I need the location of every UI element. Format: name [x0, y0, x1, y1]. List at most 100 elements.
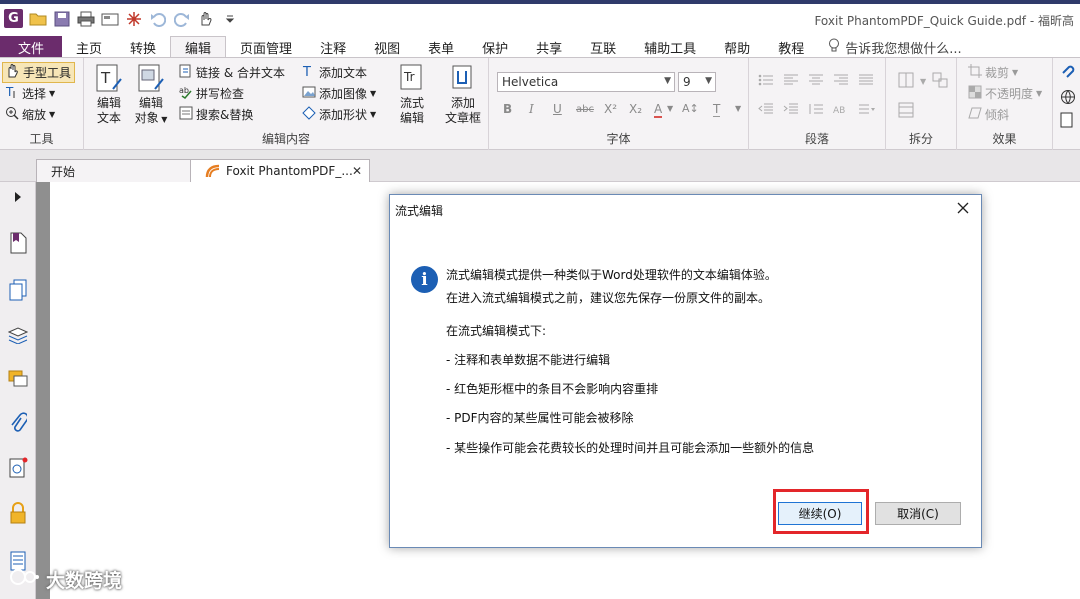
subscript-icon[interactable]: X₂ [629, 102, 642, 116]
align-center-icon[interactable] [808, 74, 824, 89]
globe-icon[interactable] [1060, 89, 1076, 108]
add-text-label: 添加文本 [319, 66, 368, 80]
save-icon[interactable] [53, 10, 71, 28]
spacing-dropdown-icon[interactable] [858, 103, 876, 118]
security-lock-icon[interactable] [7, 502, 29, 524]
undo-icon[interactable] [149, 10, 167, 28]
redo-icon[interactable] [173, 10, 191, 28]
align-right-icon[interactable] [833, 74, 849, 89]
cancel-button[interactable]: 取消(C) [875, 502, 961, 525]
opacity-button[interactable]: 不透明度 ▼ [965, 83, 1045, 104]
customize-dropdown-icon[interactable] [221, 10, 239, 28]
new-tab-icon[interactable] [125, 10, 143, 28]
dialog-bullet-4: - 某些操作可能会花费较长的处理时间并且可能会添加一些额外的信息 [446, 441, 815, 455]
zoom-tool-label: 缩放 [22, 108, 47, 122]
signature-panel-icon[interactable] [7, 457, 29, 479]
close-tab-icon[interactable]: ✕ [352, 164, 362, 178]
expand-panel-icon[interactable] [7, 186, 29, 208]
edit-object-button[interactable]: 编辑 对象 ▼ [128, 62, 174, 127]
tab-file[interactable]: 文件 [0, 36, 62, 58]
paragraph-spacing-icon[interactable]: AB [833, 103, 849, 118]
spell-check-button[interactable]: ab 拼写检查 [176, 83, 288, 104]
font-group-label: 字体 [606, 132, 631, 146]
tab-convert[interactable]: 转换 [116, 36, 170, 58]
tab-edit[interactable]: 编辑 [170, 36, 227, 58]
dropdown-arrow-icon: ▼ [664, 76, 671, 86]
link-icon[interactable] [1060, 64, 1076, 83]
comments-icon[interactable] [7, 368, 29, 390]
select-tool-button[interactable]: T 选择 ▼ [2, 83, 75, 104]
open-folder-icon[interactable] [29, 10, 47, 28]
dialog-close-icon[interactable] [953, 198, 973, 218]
skew-button[interactable]: 倾斜 [965, 104, 1045, 125]
dropdown-arrow-icon: ▼ [49, 89, 56, 98]
dropdown-arrow-icon[interactable]: ▼ [920, 77, 926, 86]
hand-tool-icon[interactable] [197, 10, 215, 28]
add-text-button[interactable]: T 添加文本 [299, 62, 379, 83]
tab-form[interactable]: 表单 [414, 36, 468, 58]
italic-icon[interactable]: I [529, 102, 534, 116]
add-shape-button[interactable]: 添加形状 ▼ [299, 104, 379, 125]
tab-protect[interactable]: 保护 [468, 36, 522, 58]
fax-icon[interactable] [101, 10, 119, 28]
zoom-tool-button[interactable]: 缩放 ▼ [2, 104, 75, 125]
window-title: Foxit PhantomPDF_Quick Guide.pdf - 福昕高 [814, 14, 1074, 28]
app-logo[interactable]: G [4, 9, 23, 28]
line-spacing-icon[interactable] [808, 103, 824, 118]
tab-comment[interactable]: 注释 [306, 36, 360, 58]
pages-thumbnail-icon[interactable] [7, 279, 29, 301]
search-replace-button[interactable]: 搜索&替换 [176, 104, 288, 125]
bold-icon[interactable]: B [503, 102, 512, 116]
font-size-combo[interactable]: 9 ▼ [678, 72, 716, 92]
hand-icon [6, 64, 20, 81]
tools-group-label: 工具 [29, 132, 54, 146]
font-color-icon[interactable]: A [654, 102, 663, 118]
foxit-doc-icon [205, 164, 221, 178]
tab-start-page[interactable]: 开始 [36, 159, 194, 182]
document-icon[interactable] [1060, 112, 1076, 131]
superscript-icon[interactable]: X² [604, 102, 617, 116]
edit-text-button[interactable]: T 编辑 文本 [86, 62, 132, 126]
justify-icon[interactable] [858, 74, 874, 89]
crop-button[interactable]: 裁剪 ▼ [965, 62, 1045, 83]
article-box-icon [448, 62, 478, 94]
tab-home[interactable]: 主页 [62, 36, 116, 58]
dropdown-arrow-icon[interactable]: ▼ [667, 104, 673, 113]
print-icon[interactable] [77, 10, 95, 28]
tab-share[interactable]: 共享 [522, 36, 576, 58]
font-size-value: 9 [683, 75, 691, 89]
tab-help[interactable]: 帮助 [710, 36, 764, 58]
dropdown-arrow-icon: ▼ [158, 115, 168, 124]
edit-text-label-1: 编辑 [96, 96, 121, 110]
strikethrough-icon[interactable]: abc [576, 104, 594, 115]
tab-view[interactable]: 视图 [360, 36, 414, 58]
tab-document[interactable]: Foxit PhantomPDF_... ✕ [190, 159, 370, 182]
dropdown-arrow-icon[interactable]: ▼ [735, 104, 741, 113]
tab-organize[interactable]: 页面管理 [226, 36, 306, 58]
hand-tool-button[interactable]: 手型工具 [2, 62, 76, 83]
flow-edit-label-2: 编辑 [399, 111, 424, 125]
increase-indent-icon[interactable] [783, 103, 799, 118]
merge-cells-icon[interactable] [898, 102, 914, 121]
tab-tutorial[interactable]: 教程 [764, 36, 818, 58]
attachment-icon[interactable] [7, 412, 29, 434]
split-icon[interactable] [898, 72, 914, 91]
char-spacing-icon[interactable]: A↕ [682, 102, 699, 115]
add-textbox-button[interactable]: 添加 文章框 [440, 62, 486, 126]
link-merge-button[interactable]: 链接 & 合并文本 [176, 62, 288, 83]
bullet-list-icon[interactable] [758, 74, 774, 89]
decrease-indent-icon[interactable] [758, 103, 774, 118]
flow-edit-button[interactable]: Tr 流式 编辑 [389, 62, 435, 126]
text-baseline-icon[interactable]: T [713, 102, 721, 117]
svg-text:Tr: Tr [403, 70, 415, 84]
tab-connect[interactable]: 互联 [576, 36, 630, 58]
font-name-combo[interactable]: Helvetica ▼ [497, 72, 675, 92]
bookmark-icon[interactable] [7, 232, 29, 254]
layers-icon[interactable] [7, 324, 29, 346]
add-image-button[interactable]: 添加图像 ▼ [299, 83, 379, 104]
underline-icon[interactable]: U [553, 102, 562, 116]
align-left-icon[interactable] [783, 74, 799, 89]
columns-icon[interactable] [932, 72, 948, 91]
tell-me-box[interactable]: 告诉我您想做什么... [818, 36, 962, 58]
tab-accessibility[interactable]: 辅助工具 [630, 36, 710, 58]
